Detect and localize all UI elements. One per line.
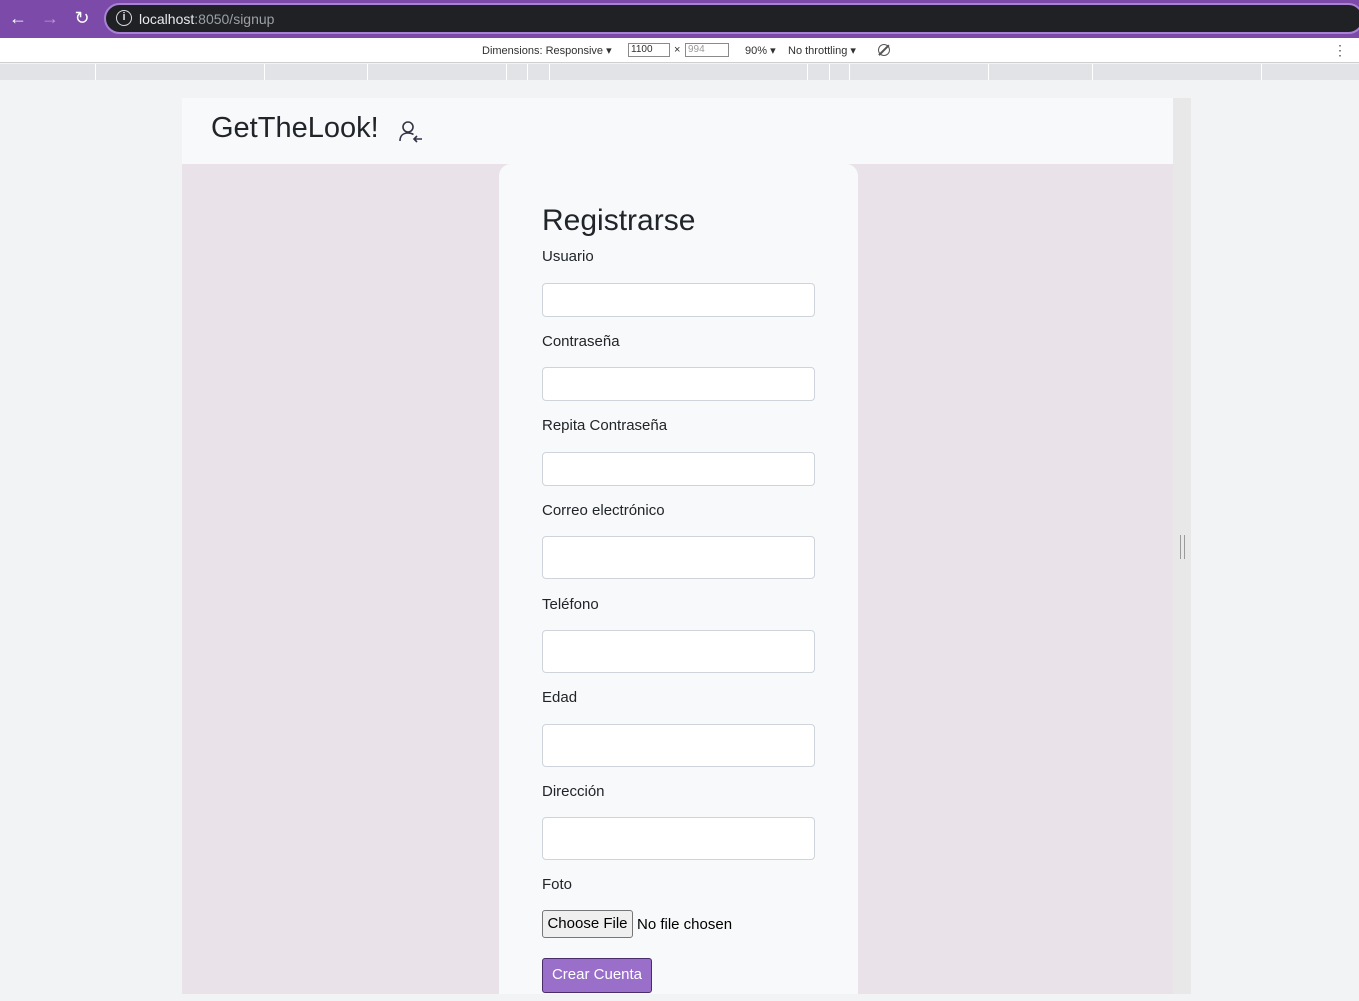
throttling-dropdown[interactable]: No throttling ▾ [788,44,856,57]
address-input[interactable] [542,817,815,860]
rotate-icon[interactable] [878,44,890,56]
label-telefono: Teléfono [542,596,599,613]
url-text[interactable]: localhost:8050/signup [139,11,274,27]
resize-handle[interactable] [1180,535,1185,559]
email-input[interactable] [542,536,815,579]
label-contrasena: Contraseña [542,333,620,350]
back-arrow-icon[interactable]: ← [6,6,30,30]
label-correo: Correo electrónico [542,502,665,519]
label-usuario: Usuario [542,248,594,265]
url-host: localhost [139,11,195,27]
url-path: :8050/signup [194,11,275,27]
reload-icon[interactable]: ↻ [70,6,94,30]
media-query-ruler[interactable] [0,64,1359,80]
info-icon[interactable]: i [116,10,132,26]
navbar: GetTheLook! [182,98,1173,164]
device-toolbar: Dimensions: Responsive ▾ 1100 × 994 90% … [0,38,1359,63]
times-sign: × [674,44,681,56]
label-edad: Edad [542,689,578,706]
choose-file-button[interactable]: Choose File [542,910,633,938]
user-login-icon[interactable] [398,118,424,144]
width-input[interactable]: 1100 [628,43,670,57]
age-input[interactable] [542,724,815,767]
label-repita-contrasena: Repita Contraseña [542,417,668,434]
file-status: No file chosen [637,916,733,933]
signup-card: Registrarse Usuario Contraseña Repita Co… [499,164,858,994]
browser-toolbar: ← → ↻ i localhost:8050/signup [0,0,1359,38]
create-account-button[interactable]: Crear Cuenta [542,958,652,993]
zoom-dropdown[interactable]: 90% ▾ [745,44,776,57]
brand-title[interactable]: GetTheLook! [211,112,379,145]
height-input[interactable]: 994 [685,43,729,57]
label-direccion: Dirección [542,783,605,800]
app-page: GetTheLook! Registrarse Usuario Contrase… [182,98,1173,994]
label-foto: Foto [542,876,573,893]
repeat-password-input[interactable] [542,452,815,486]
usuario-input[interactable] [542,283,815,317]
password-input[interactable] [542,367,815,401]
kebab-menu-icon[interactable]: ⋮ [1333,42,1347,59]
phone-input[interactable] [542,630,815,673]
forward-arrow-icon[interactable]: → [38,6,62,30]
address-bar[interactable]: i localhost:8050/signup [104,3,1359,34]
dimensions-dropdown[interactable]: Dimensions: Responsive ▾ [482,44,612,57]
form-title: Registrarse [542,204,696,237]
